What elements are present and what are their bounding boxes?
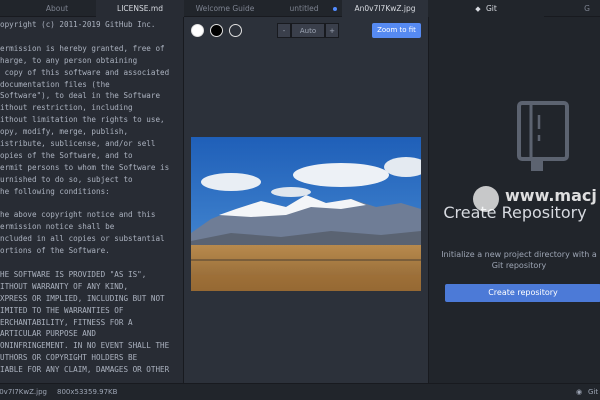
editor-line: IMITED TO THE WARRANTIES OF [0,305,124,315]
editor-line: documentation files (the [0,79,110,89]
editor-line: ERCHANTABILITY, FITNESS FOR A [0,317,133,327]
status-filename[interactable]: An0v7I7KwZ.jpg [0,384,47,400]
landscape-photo-graphic [191,137,421,291]
create-repository-title: Create Repository [443,203,587,222]
bg-white-button[interactable] [191,24,204,37]
editor-line: UTHORS OR COPYRIGHT HOLDERS BE [0,353,138,363]
tab-untitled[interactable]: untitled [266,0,342,17]
watermark-text: www.macj [505,186,597,205]
book-icon [517,101,569,171]
editor-line: ARTICULAR PURPOSE AND [0,329,97,339]
tab-bar: About LICENSE.md Welcome Guide untitled … [0,0,600,17]
editor-line: Software"), to deal in the Software [0,91,161,101]
editor-line: ithout restriction, including [0,103,133,113]
tab-welcome-guide[interactable]: Welcome Guide [184,0,266,17]
editor-line: harge, to any person obtaining [0,55,138,65]
landscape-image [191,137,421,291]
zoom-controls: - Auto + [277,23,339,38]
editor-line: he following conditions: [0,186,110,196]
tab-image[interactable]: An0v7I7KwZ.jpg [342,0,428,17]
zoom-in-button[interactable]: + [325,23,339,38]
tab-image-label: An0v7I7KwZ.jpg [354,4,416,13]
editor-line: ITHOUT WARRANTY OF ANY KIND, [0,281,129,291]
github-status-icon[interactable]: ◉ [576,384,582,400]
bg-black-button[interactable] [210,24,223,37]
image-viewer: - Auto + Zoom to fit [183,17,428,383]
create-repository-description: Initialize a new project directory with … [441,250,597,270]
zoom-to-fit-button[interactable]: Zoom to fit [372,23,421,38]
tab-git[interactable]: ◆ Git [428,0,544,17]
tab-git-label: Git [485,4,497,13]
editor-line: HE SOFTWARE IS PROVIDED "AS IS", [0,269,147,279]
editor-line: urnished to do so, subject to [0,174,133,184]
status-git-label[interactable]: Git [588,384,598,400]
status-bar: An0v7I7KwZ.jpg 800x533 59.97KB ◉ Git [0,383,600,400]
status-filesize: 59.97KB [88,388,118,396]
text-editor[interactable]: opyright (c) 2011-2019 GitHub Inc. ermiss… [0,17,183,383]
bg-transparent-button[interactable] [229,24,242,37]
editor-line: ermission is hereby granted, free of [0,43,165,53]
editor-line: ortions of the Software. [0,246,110,256]
tab-untitled-label: untitled [289,4,319,13]
tab-license[interactable]: LICENSE.md [96,0,184,17]
editor-line: ONINFRINGEMENT. IN NO EVENT SHALL THE [0,341,170,351]
editor-line: opies of the Software, and to [0,150,133,160]
tab-github-label: G [584,4,590,13]
git-tab-icon: ◆ [475,5,481,13]
editor-line: ermit persons to whom the Software is [0,162,170,172]
tab-about[interactable]: About [0,0,96,17]
editor-line: copy of this software and associated [0,67,170,77]
status-dimensions: 800x533 [57,388,88,396]
tab-license-label: LICENSE.md [117,4,163,13]
modified-dot-icon [333,7,337,11]
editor-line: opy, modify, merge, publish, [0,127,129,137]
tab-github[interactable]: G [544,0,600,17]
image-toolbar: - Auto + Zoom to fit [184,17,429,43]
editor-line: ermission notice shall be [0,222,115,232]
create-repository-button[interactable]: Create repository [445,284,600,302]
editor-line: opyright (c) 2011-2019 GitHub Inc. [0,20,156,29]
editor-line: ithout limitation the rights to use, [0,115,165,125]
editor-line: ncluded in all copies or substantial [0,234,165,244]
zoom-value[interactable]: Auto [291,23,325,38]
zoom-out-button[interactable]: - [277,23,291,38]
watermark-logo-icon [473,186,499,212]
editor-line: IABLE FOR ANY CLAIM, DAMAGES OR OTHER [0,365,170,375]
editor-line: istribute, sublicense, and/or sell [0,139,156,148]
editor-line: he above copyright notice and this [0,210,156,220]
editor-line: XPRESS OR IMPLIED, INCLUDING BUT NOT [0,293,165,303]
tab-welcome-label: Welcome Guide [195,4,255,13]
tab-about-label: About [45,4,69,13]
